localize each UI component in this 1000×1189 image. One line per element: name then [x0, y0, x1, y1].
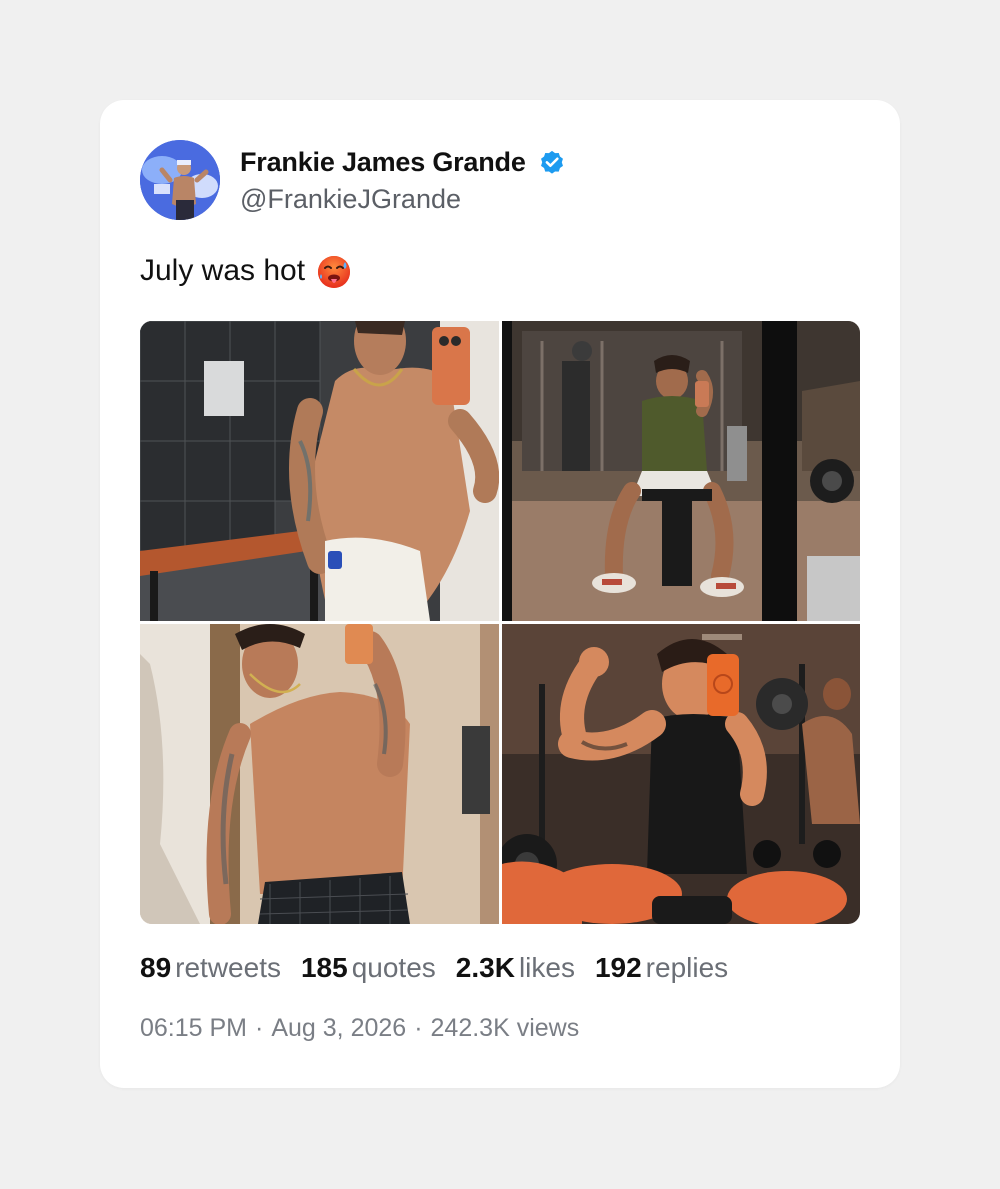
replies-label: replies [645, 952, 729, 983]
tweet-header: Frankie James Grande @FrankieJGrande [140, 140, 566, 220]
gym-mirror-seated-photo-icon [502, 321, 860, 621]
replies-count: 192 [594, 952, 642, 983]
quotes-label: quotes [351, 952, 436, 983]
media-photo-4[interactable] [502, 624, 860, 924]
verified-badge-icon [538, 148, 566, 176]
author-handle[interactable]: @FrankieJGrande [240, 181, 566, 217]
likes-label: likes [518, 952, 575, 983]
author-display-name[interactable]: Frankie James Grande [240, 147, 526, 178]
retweets-label: retweets [175, 952, 281, 983]
tweet-text: July was hot [140, 254, 306, 287]
hot-face-emoji-icon [315, 252, 353, 290]
media-grid [140, 321, 860, 924]
retweets-count: 89 [140, 952, 172, 983]
replies-stat[interactable]: 192 replies [595, 952, 728, 984]
tweet-card: Frankie James Grande @FrankieJGrande Jul… [100, 100, 900, 1088]
tweet-meta: 06:15 PM · Aug 3, 2026 · 242.3K views [140, 1014, 579, 1043]
media-photo-3[interactable] [140, 624, 499, 924]
media-photo-1[interactable] [140, 321, 499, 621]
mirror-selfie-photo-icon [140, 624, 499, 924]
meta-separator: · [255, 1014, 264, 1042]
engagement-stats: 89 retweets 185 quotes 2.3K likes 192 re… [140, 952, 748, 984]
likes-count: 2.3K [455, 952, 515, 983]
tweet-body: July was hot [140, 252, 353, 290]
tweet-time[interactable]: 06:15 PM [140, 1014, 247, 1043]
locker-room-selfie-photo-icon [140, 321, 499, 621]
retweets-stat[interactable]: 89 retweets [140, 952, 281, 984]
avatar-photo-icon [140, 140, 220, 220]
likes-stat[interactable]: 2.3K likes [456, 952, 575, 984]
author-avatar[interactable] [140, 140, 220, 220]
quotes-count: 185 [300, 952, 348, 983]
meta-separator: · [414, 1014, 423, 1042]
author-name-row: Frankie James Grande [240, 143, 566, 181]
tweet-date[interactable]: Aug 3, 2026 [271, 1014, 406, 1043]
quotes-stat[interactable]: 185 quotes [301, 952, 436, 984]
gym-flex-selfie-photo-icon [502, 624, 860, 924]
tweet-views: 242.3K views [430, 1014, 580, 1042]
author-identity: Frankie James Grande @FrankieJGrande [240, 143, 566, 217]
media-photo-2[interactable] [502, 321, 860, 621]
